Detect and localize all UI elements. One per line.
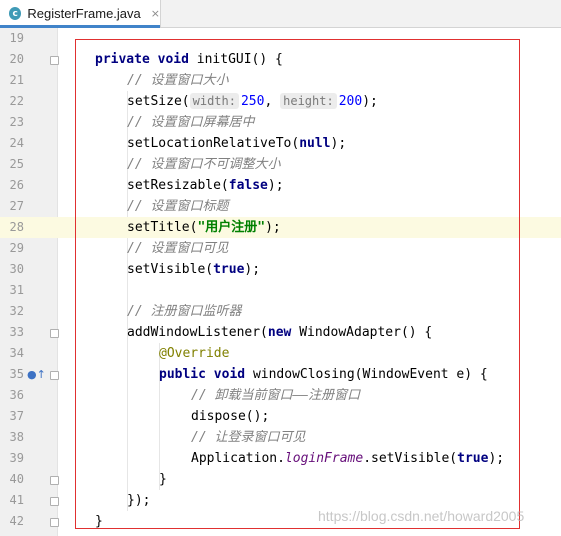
java-class-icon: c (9, 7, 22, 20)
line-number: 22 (9, 94, 24, 108)
line-number: 34 (9, 346, 24, 360)
line-number: 20 (9, 52, 24, 66)
line-number: 36 (9, 388, 24, 402)
line-number: 24 (9, 136, 24, 150)
line-number: 28 (9, 220, 24, 234)
tab-registerframe[interactable]: c RegisterFrame.java × (0, 0, 161, 28)
fold-marker-icon[interactable] (50, 56, 59, 65)
line-number: 38 (9, 430, 24, 444)
fold-marker-icon[interactable] (50, 476, 59, 485)
line-number: 19 (9, 31, 24, 45)
close-icon[interactable]: × (151, 7, 160, 20)
line-number: 25 (9, 157, 24, 171)
line-number: 37 (9, 409, 24, 423)
fold-marker-icon[interactable] (50, 518, 59, 527)
fold-marker-icon[interactable] (50, 371, 59, 380)
line-number: 35 (9, 367, 24, 381)
fold-marker-icon[interactable] (50, 329, 59, 338)
line-number: 31 (9, 283, 24, 297)
line-number: 32 (9, 304, 24, 318)
editor-tab-bar: c RegisterFrame.java × (0, 0, 561, 28)
line-number: 39 (9, 451, 24, 465)
line-number: 29 (9, 241, 24, 255)
line-number: 27 (9, 199, 24, 213)
line-number: 23 (9, 115, 24, 129)
fold-marker-icon[interactable] (50, 497, 59, 506)
watermark: https://blog.csdn.net/howard2005 (318, 508, 525, 524)
line-number: 30 (9, 262, 24, 276)
highlight-box (75, 39, 520, 529)
line-number: 21 (9, 73, 24, 87)
line-number: 42 (9, 514, 24, 528)
line-number: 40 (9, 472, 24, 486)
line-number: 26 (9, 178, 24, 192)
line-number: 33 (9, 325, 24, 339)
override-marker-icon[interactable]: ●↑ (27, 369, 46, 380)
tab-title: RegisterFrame.java (27, 6, 141, 21)
line-number: 41 (9, 493, 24, 507)
